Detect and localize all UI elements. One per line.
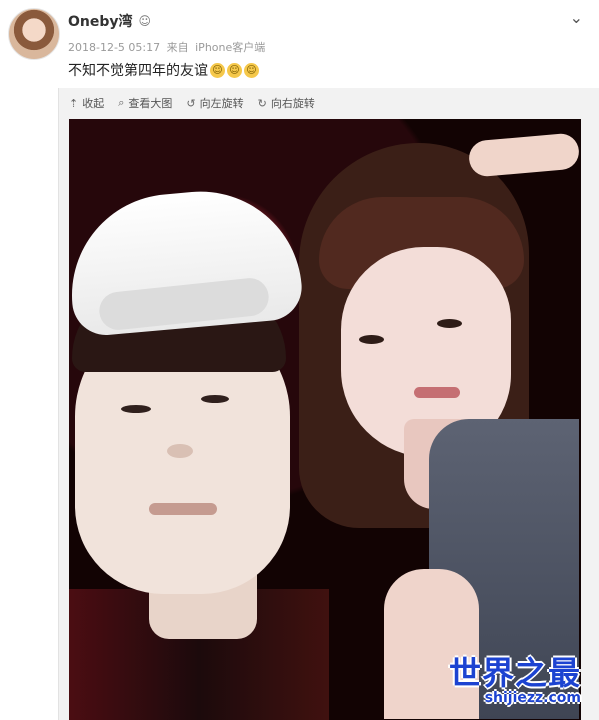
photo-eye-left-1 [121,405,151,413]
photo-nose-left [167,444,193,458]
watermark-domain: shijiezz.com [484,690,581,706]
watermark-main: 世界之最 [448,654,581,692]
media-card: ⇡ 收起 ⌕ 查看大图 ↺ 向左旋转 ↻ 向右旋转 [58,88,599,720]
user-badge-icon: ☺ [138,14,152,28]
emoji-icon: ☺ [227,62,242,78]
rotate-left-button[interactable]: ↺ 向左旋转 [186,95,243,111]
rotate-left-label: 向左旋转 [199,97,244,110]
view-large-button[interactable]: ⌕ 查看大图 [118,95,172,111]
collapse-button[interactable]: ⇡ 收起 [69,95,104,111]
avatar[interactable] [8,8,60,60]
post-body-text: 不知不觉第四年的友谊 [68,63,208,79]
photo-eye-right-1 [359,335,384,344]
photo-eye-right-2 [437,319,462,328]
search-icon: ⌕ [118,96,125,109]
rotate-right-button[interactable]: ↻ 向右旋转 [258,95,315,111]
source-device[interactable]: iPhone客户端 [195,41,265,54]
username[interactable]: Oneby湾 [68,11,133,31]
rotate-left-icon: ↺ [186,96,196,110]
post-header: Oneby湾 ☺ 2018-12-5 05:17 来自 iPhone客户端 不知… [0,0,599,88]
source-prefix: 来自 [166,41,189,54]
post-meta: 2018-12-5 05:17 来自 iPhone客户端 [68,39,265,55]
photo-eye-left-2 [201,395,229,403]
post-text: 不知不觉第四年的友谊 ☺ ☺ ☺ [68,60,259,80]
emoji-icon: ☺ [210,62,225,78]
emoji-icon: ☺ [244,62,259,78]
post-photo[interactable] [69,119,581,720]
rotate-right-icon: ↻ [257,96,267,110]
rotate-right-label: 向右旋转 [270,97,315,110]
collapse-label: 收起 [82,97,105,110]
photo-lips-right [414,387,460,398]
image-toolbar: ⇡ 收起 ⌕ 查看大图 ↺ 向左旋转 ↻ 向右旋转 [59,88,599,118]
view-large-label: 查看大图 [128,97,173,110]
username-row: Oneby湾 ☺ [68,11,151,31]
timestamp: 2018-12-5 05:17 [68,41,161,54]
photo-finger [467,132,581,178]
chevron-down-icon[interactable]: ⌄ [570,8,583,27]
arrow-up-icon: ⇡ [69,96,79,110]
watermark: 世界之最 shijiezz.com [449,656,581,706]
photo-mouth-left [149,503,217,515]
